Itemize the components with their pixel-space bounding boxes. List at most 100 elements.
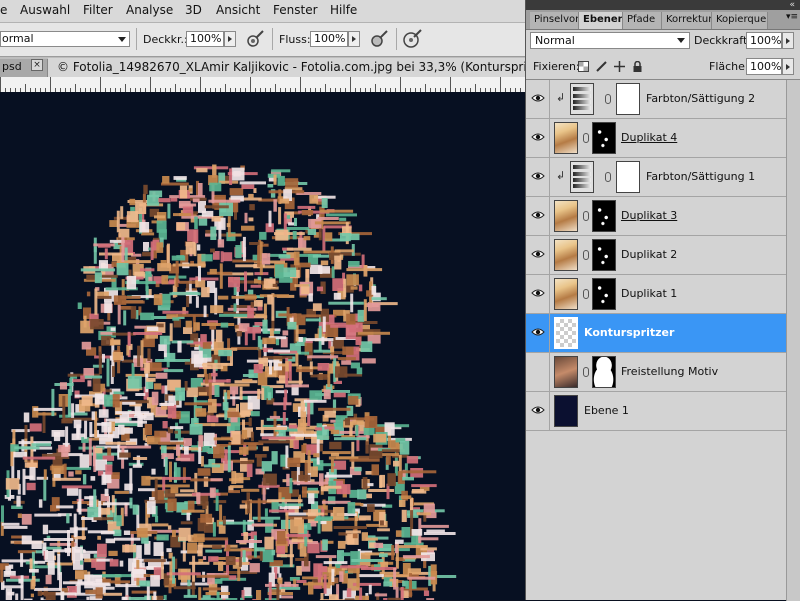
layer-mask-thumbnail[interactable] [592, 239, 616, 271]
layer-name: Duplikat 3 [621, 209, 677, 222]
options-bar: ormal Deckkr.: 100% Fluss: 100% [0, 23, 525, 57]
layer-thumbnail[interactable] [554, 278, 578, 310]
layer-mask-thumbnail[interactable] [592, 200, 616, 232]
visibility-toggle[interactable] [526, 392, 550, 430]
visibility-toggle[interactable] [526, 119, 550, 157]
adjustment-thumbnail-icon[interactable] [570, 161, 594, 193]
layers-panel: « Pinselvorg Ebenen Pfade Korrektur Kopi… [525, 0, 800, 600]
visibility-toggle[interactable] [526, 353, 550, 391]
layer-opacity-slider-button[interactable] [782, 32, 794, 49]
visibility-toggle[interactable] [526, 197, 550, 235]
collapse-panel-icon[interactable]: « [789, 0, 795, 10]
mode-value: ormal [2, 32, 34, 45]
layer-thumbnail[interactable] [554, 122, 578, 154]
menu-filter[interactable]: Filter [83, 3, 113, 17]
layer-row[interactable]: Ebene 1 [526, 392, 786, 431]
layer-row[interactable]: ↲Farbton/Sättigung 2 [526, 80, 786, 119]
layer-name: Farbton/Sättigung 1 [646, 170, 755, 183]
layer-name: Duplikat 1 [621, 287, 677, 300]
lock-position-icon[interactable] [614, 61, 625, 72]
panel-menu-icon[interactable]: ▾≡ [786, 12, 798, 22]
horizontal-ruler[interactable] [0, 77, 525, 93]
opacity-slider-button[interactable] [224, 31, 236, 47]
lock-pixels-icon[interactable] [596, 61, 607, 72]
link-icon[interactable] [583, 211, 589, 221]
mode-select[interactable]: ormal [0, 31, 130, 47]
fill-slider-button[interactable] [782, 58, 794, 75]
layer-thumbnail[interactable] [554, 317, 578, 349]
menu-auswahl[interactable]: Auswahl [20, 3, 70, 17]
menu-analyse[interactable]: Analyse [126, 3, 173, 17]
eye-icon [531, 93, 545, 103]
menu-3d[interactable]: 3D [185, 3, 202, 17]
layer-mask-thumbnail[interactable] [616, 161, 640, 193]
layers-scrollbar[interactable] [786, 80, 800, 601]
tab-ebenen[interactable]: Ebenen [579, 12, 623, 29]
menu-fenster[interactable]: Fenster [273, 3, 318, 17]
eye-icon [531, 132, 545, 142]
ruler-ticks [0, 77, 525, 92]
layer-thumbnail[interactable] [554, 239, 578, 271]
close-icon[interactable]: × [31, 59, 43, 71]
document-tab-bar: psd × © Fotolia_14982670_XLAmir Kaljikov… [0, 57, 525, 78]
separator [396, 28, 397, 50]
menu-hilfe[interactable]: Hilfe [330, 3, 357, 17]
link-icon[interactable] [583, 133, 589, 143]
layer-mask-thumbnail[interactable] [616, 83, 640, 115]
flow-label: Fluss: [279, 33, 311, 46]
tab-pfade[interactable]: Pfade [623, 12, 662, 29]
fill-label: Fläche: [709, 60, 749, 73]
layer-opacity-label: Deckkraft: [694, 34, 751, 47]
link-icon[interactable] [583, 250, 589, 260]
visibility-toggle[interactable] [526, 314, 550, 352]
menu-edit[interactable]: e [0, 3, 7, 17]
airbrush-icon[interactable] [244, 28, 266, 50]
layer-thumbnail[interactable] [554, 200, 578, 232]
document-canvas[interactable] [0, 92, 525, 600]
tablet-pressure-icon[interactable] [401, 28, 423, 50]
layer-mask-thumbnail[interactable] [592, 278, 616, 310]
lock-transparency-icon[interactable] [578, 61, 589, 72]
opacity-input[interactable]: 100% [186, 31, 224, 47]
layer-thumbnail[interactable] [554, 356, 578, 388]
link-icon[interactable] [605, 94, 611, 104]
tab-korrekturen[interactable]: Korrektur [662, 12, 712, 29]
layer-name: Farbton/Sättigung 2 [646, 92, 755, 105]
layer-row[interactable]: Duplikat 3 [526, 197, 786, 236]
document-tab-active[interactable]: © Fotolia_14982670_XLAmir Kaljikovic - F… [48, 58, 525, 77]
document-tab-label: psd [2, 60, 22, 73]
flow-slider-button[interactable] [348, 31, 360, 47]
visibility-toggle[interactable] [526, 236, 550, 274]
menu-ansicht[interactable]: Ansicht [216, 3, 260, 17]
menu-bar: e Auswahl Filter Analyse 3D Ansicht Fens… [0, 0, 525, 23]
visibility-toggle[interactable] [526, 80, 550, 118]
tab-kopierquelle[interactable]: Kopierque [712, 12, 768, 29]
layer-row[interactable]: Duplikat 1 [526, 275, 786, 314]
document-title: © Fotolia_14982670_XLAmir Kaljikovic - F… [57, 60, 525, 74]
fill-input[interactable]: 100% [746, 58, 782, 75]
blend-mode-value: Normal [535, 34, 575, 47]
layer-thumbnail[interactable] [554, 395, 578, 427]
layer-opacity-input[interactable]: 100% [746, 32, 782, 49]
layer-row[interactable]: Duplikat 4 [526, 119, 786, 158]
link-icon[interactable] [605, 172, 611, 182]
flow-input[interactable]: 100% [310, 31, 348, 47]
visibility-toggle[interactable] [526, 275, 550, 313]
layer-row[interactable]: ↲Farbton/Sättigung 1 [526, 158, 786, 197]
blend-mode-select[interactable]: Normal [530, 32, 690, 49]
visibility-toggle[interactable] [526, 158, 550, 196]
airbrush-toggle-icon[interactable] [368, 28, 390, 50]
layer-row[interactable]: Duplikat 2 [526, 236, 786, 275]
artwork-image [0, 92, 525, 600]
link-icon[interactable] [583, 367, 589, 377]
layer-row[interactable]: Freistellung Motiv [526, 353, 786, 392]
adjustment-thumbnail-icon[interactable] [570, 83, 594, 115]
separator [272, 28, 273, 50]
tab-pinselvorgaben[interactable]: Pinselvorg [530, 12, 579, 29]
layers-list: ↲Farbton/Sättigung 2Duplikat 4↲Farbton/S… [526, 79, 800, 601]
link-icon[interactable] [583, 289, 589, 299]
layer-row[interactable]: Konturspritzer [526, 314, 786, 353]
lock-all-icon[interactable] [632, 61, 643, 72]
layer-mask-thumbnail[interactable] [592, 356, 616, 388]
layer-mask-thumbnail[interactable] [592, 122, 616, 154]
